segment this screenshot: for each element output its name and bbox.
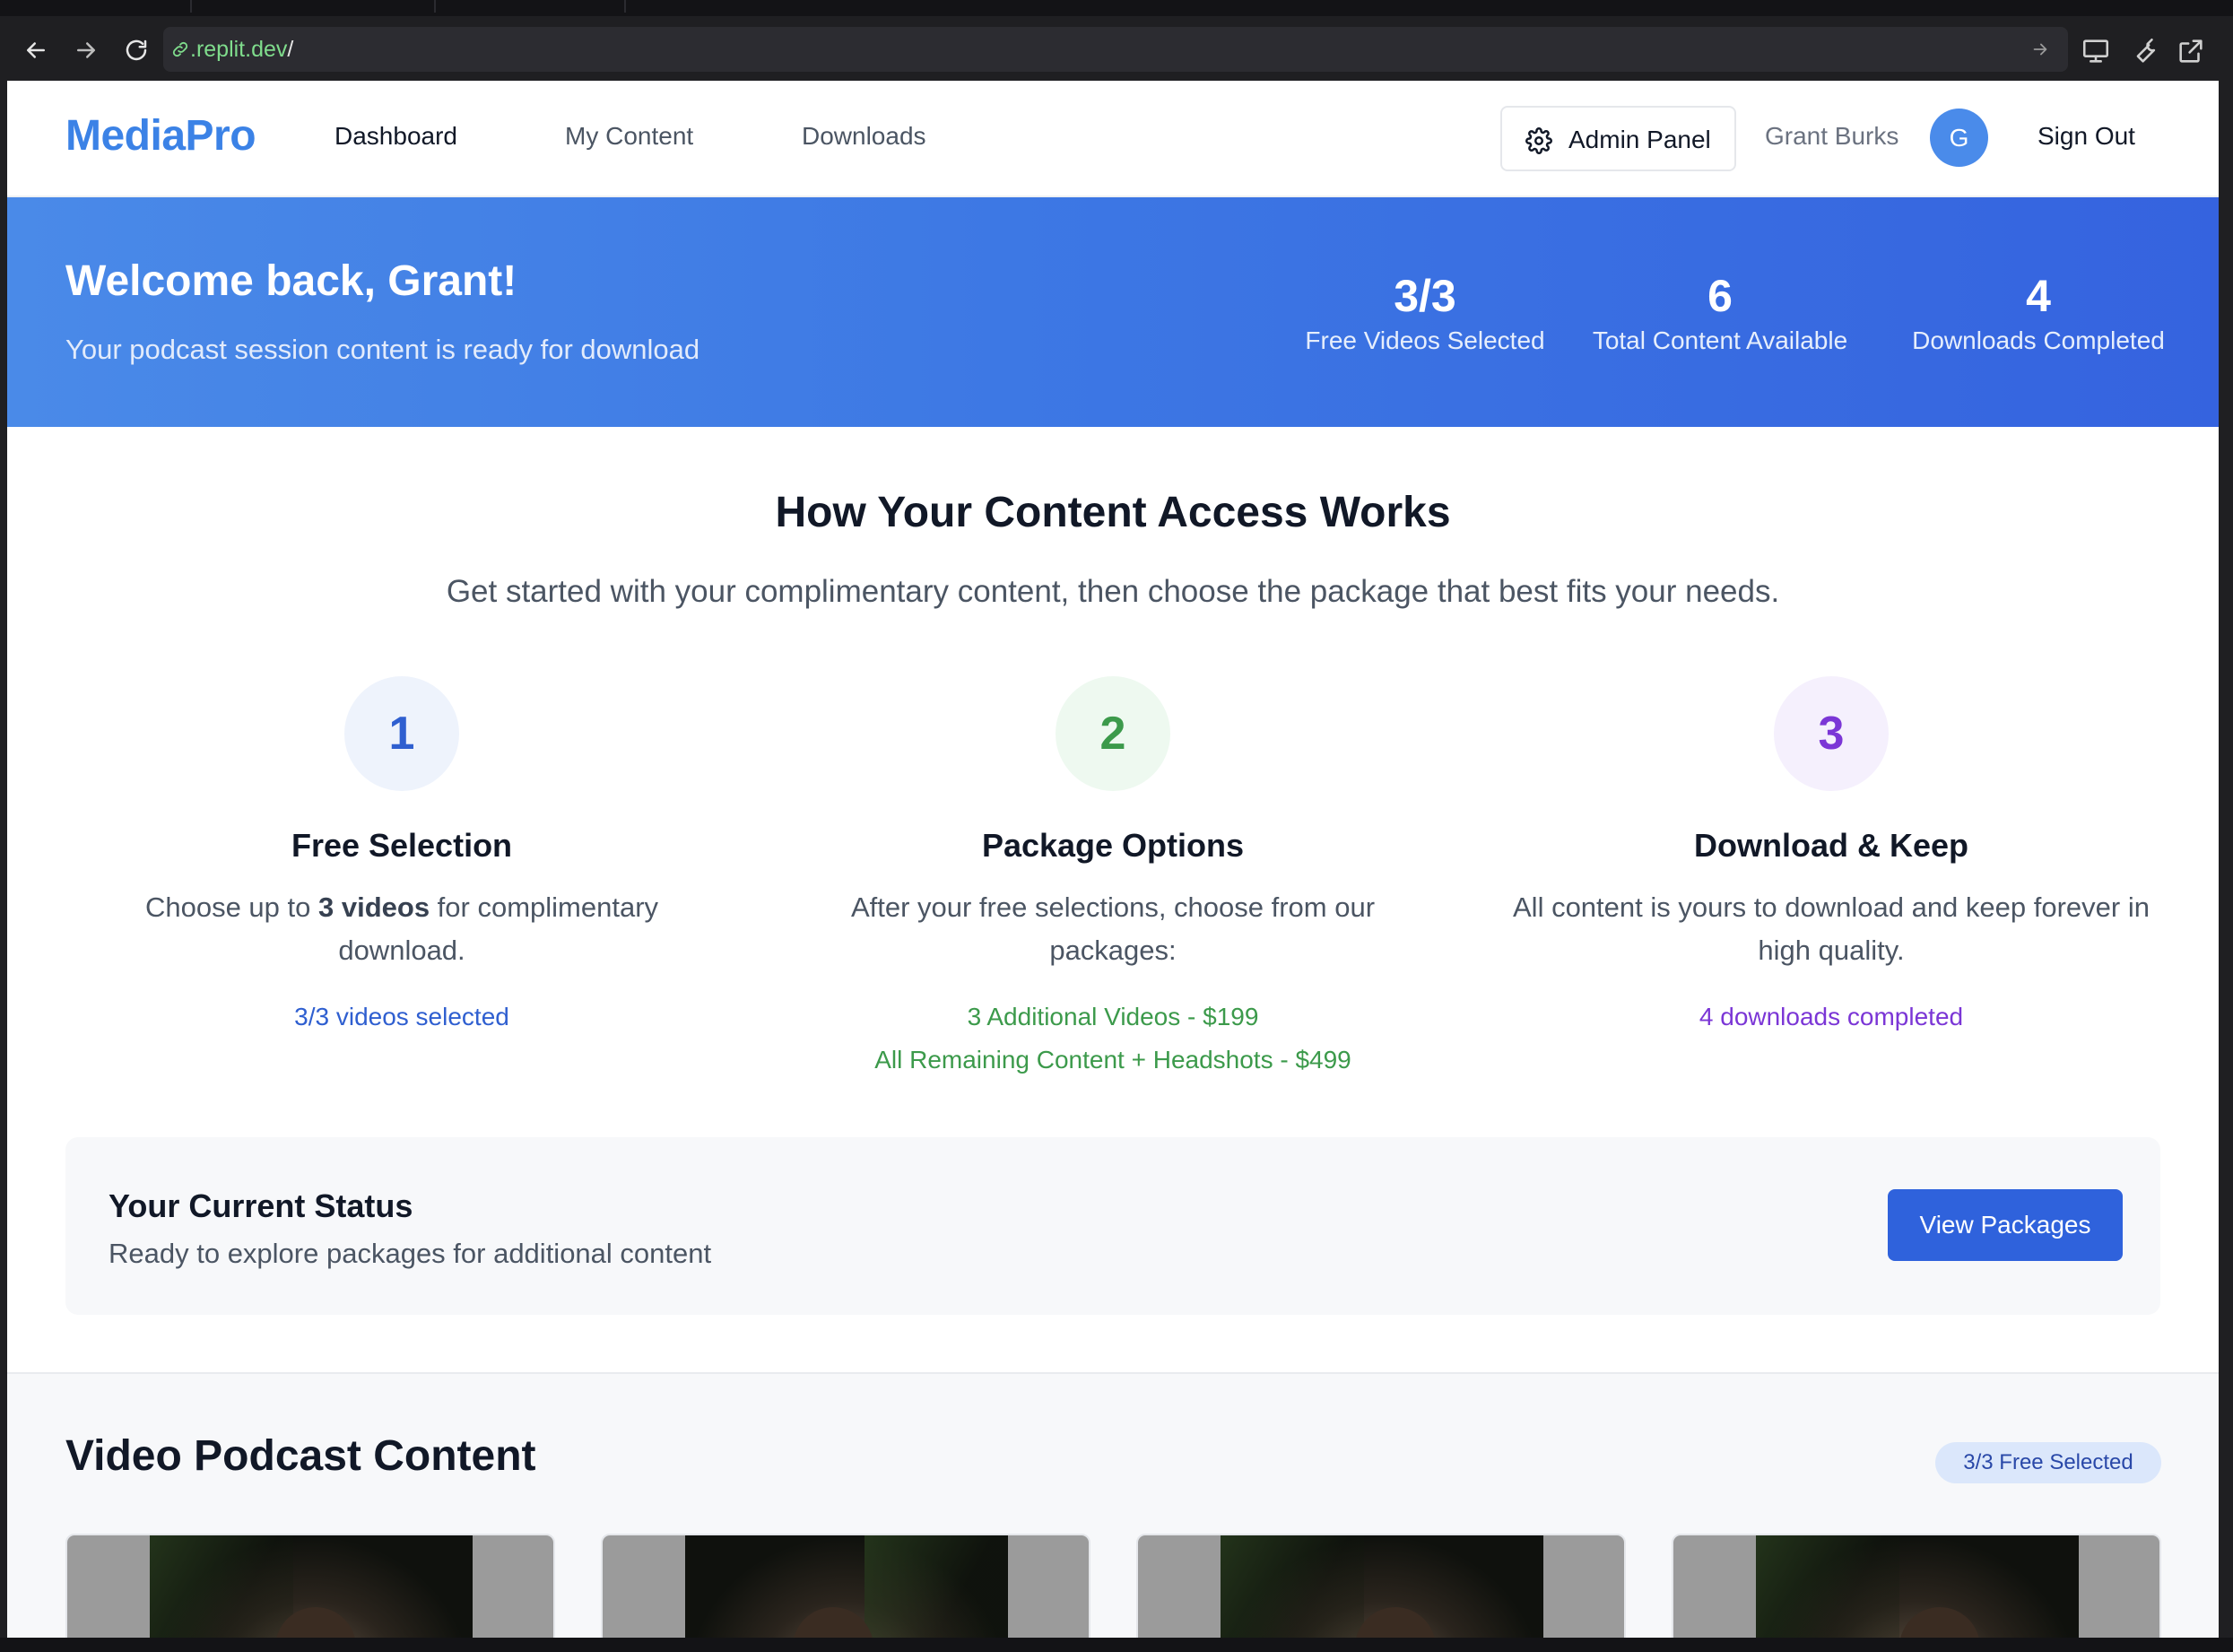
url-text: .replit.dev/: [190, 37, 294, 62]
tab-separator: [624, 0, 626, 13]
arrow-left-icon: [27, 42, 45, 58]
reload-icon: [126, 39, 147, 61]
video-thumbnail: [150, 1535, 473, 1638]
step-title: Download & Keep: [1693, 827, 1969, 864]
app-header: MediaPro Dashboard My Content Downloads …: [7, 81, 2219, 197]
stat-free-videos: 3/3 Free Videos Selected: [1273, 269, 1577, 355]
external-link-icon[interactable]: [2176, 36, 2206, 66]
step-description: Choose up to 3 videos for complimentary …: [144, 891, 659, 966]
step-download-keep: 3 Download & Keep All content is yours t…: [1490, 676, 2172, 1039]
avatar[interactable]: G: [1930, 109, 1988, 167]
package-option: All Remaining Content + Headshots - $499: [874, 1046, 1351, 1074]
step-free-selection: 1 Free Selection Choose up to 3 videos f…: [61, 676, 743, 1039]
tab-separator: [434, 0, 436, 13]
step-description: All content is yours to download and kee…: [1513, 891, 2150, 966]
step-note: 4 downloads completed: [1699, 1003, 1964, 1030]
sign-out-button[interactable]: Sign Out: [2038, 122, 2135, 151]
video-thumbnail: [1221, 1535, 1543, 1638]
video-card[interactable]: [1136, 1534, 1626, 1638]
nav-my-content[interactable]: My Content: [565, 122, 693, 151]
welcome-title: Welcome back, Grant!: [65, 257, 517, 305]
step-note: 3 Additional Videos - $199 All Remaining…: [772, 996, 1454, 1082]
welcome-banner: Welcome back, Grant! Your podcast sessio…: [7, 197, 2219, 427]
stat-label: Free Videos Selected: [1305, 326, 1545, 354]
stat-downloads: 4 Downloads Completed: [1895, 269, 2182, 355]
step-number: 1: [344, 676, 459, 791]
go-arrow-icon[interactable]: [2030, 39, 2050, 59]
monitor-icon[interactable]: [2081, 36, 2111, 66]
logo[interactable]: MediaPro: [65, 111, 256, 161]
step-title: Free Selection: [291, 827, 513, 864]
link-icon: [172, 41, 188, 57]
step-description: After your free selections, choose from …: [850, 891, 1376, 966]
step-number: 2: [1056, 676, 1170, 791]
stat-label: Total Content Available: [1592, 326, 1848, 354]
nav-downloads[interactable]: Downloads: [802, 122, 926, 151]
step-package-options: 2 Package Options After your free select…: [772, 676, 1454, 1082]
video-content-section: Video Podcast Content 3/3 Free Selected: [7, 1372, 2219, 1638]
browser-tab-strip: [0, 0, 2233, 16]
video-thumbnail: [1756, 1535, 2079, 1638]
browser-toolbar: .replit.dev/: [0, 16, 2233, 81]
back-button[interactable]: [18, 32, 54, 68]
status-title: Your Current Status: [109, 1187, 413, 1224]
address-bar[interactable]: .replit.dev/: [163, 27, 2068, 72]
welcome-subtitle: Your podcast session content is ready fo…: [65, 334, 700, 365]
current-status-panel: Your Current Status Ready to explore pac…: [65, 1137, 2160, 1315]
video-thumbnail: [685, 1535, 1008, 1638]
admin-panel-button[interactable]: Admin Panel: [1500, 106, 1736, 171]
step-title: Package Options: [981, 827, 1245, 864]
page-viewport: MediaPro Dashboard My Content Downloads …: [7, 81, 2219, 1638]
how-it-works-title: How Your Content Access Works: [775, 489, 1451, 536]
stat-value: 4: [2026, 271, 2051, 321]
video-section-title: Video Podcast Content: [65, 1432, 536, 1480]
user-name: Grant Burks: [1765, 122, 1899, 150]
reload-button[interactable]: [118, 32, 154, 68]
how-it-works-subtitle: Get started with your complimentary cont…: [446, 574, 1780, 609]
package-option: 3 Additional Videos - $199: [967, 1003, 1259, 1030]
forward-button[interactable]: [68, 32, 104, 68]
video-card[interactable]: [1672, 1534, 2161, 1638]
video-card[interactable]: [65, 1534, 555, 1638]
stat-label: Downloads Completed: [1912, 326, 2165, 354]
view-packages-button[interactable]: View Packages: [1888, 1189, 2123, 1261]
tab-separator: [190, 0, 192, 13]
nav-dashboard[interactable]: Dashboard: [335, 122, 457, 151]
stat-total-content: 6 Total Content Available: [1577, 269, 1864, 355]
step-note: 3/3 videos selected: [294, 1003, 509, 1030]
video-card[interactable]: [601, 1534, 1090, 1638]
stat-value: 6: [1707, 271, 1733, 321]
step-number: 3: [1774, 676, 1889, 791]
wrench-icon[interactable]: [2129, 36, 2159, 66]
admin-panel-label: Admin Panel: [1568, 126, 1711, 153]
stat-value: 3/3: [1394, 271, 1456, 321]
status-text: Ready to explore packages for additional…: [109, 1238, 712, 1269]
gear-icon: [1525, 127, 1552, 154]
free-selected-badge: 3/3 Free Selected: [1935, 1442, 2161, 1483]
arrow-right-icon: [77, 42, 95, 58]
window-bottom-edge: [0, 1638, 2233, 1652]
